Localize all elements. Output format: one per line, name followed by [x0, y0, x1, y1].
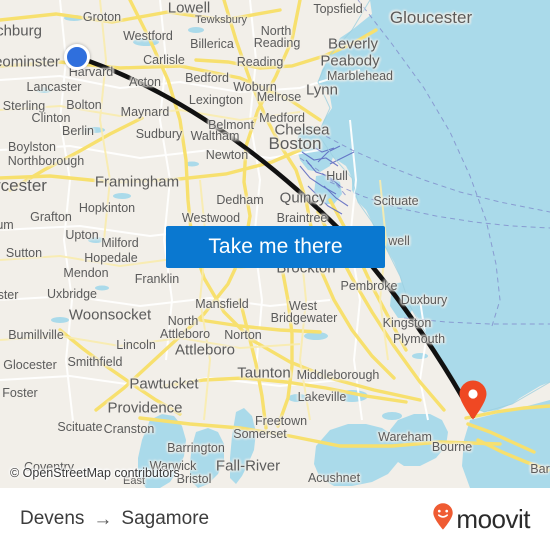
moovit-logo[interactable]: moovit [432, 503, 530, 535]
take-me-there-button[interactable]: Take me there [166, 226, 385, 268]
route-summary: Devens → Sagamore [20, 508, 209, 530]
footer-origin: Devens [20, 508, 85, 529]
footer-bar: Devens → Sagamore moovit [0, 488, 550, 550]
footer-destination: Sagamore [121, 508, 210, 529]
moovit-trip-map-screen: Lowell Topsfield Gloucester Tewksbury Groton… [0, 0, 550, 550]
arrow-right-icon: → [93, 508, 113, 530]
osm-attribution[interactable]: © OpenStreetMap contributors [10, 466, 180, 480]
map-canvas[interactable]: Lowell Topsfield Gloucester Tewksbury Groton… [0, 0, 550, 488]
origin-marker-devens[interactable] [64, 44, 90, 70]
moovit-wordmark: moovit [456, 504, 530, 534]
moovit-pin-icon [432, 503, 454, 535]
destination-marker-sagamore[interactable] [458, 380, 488, 420]
